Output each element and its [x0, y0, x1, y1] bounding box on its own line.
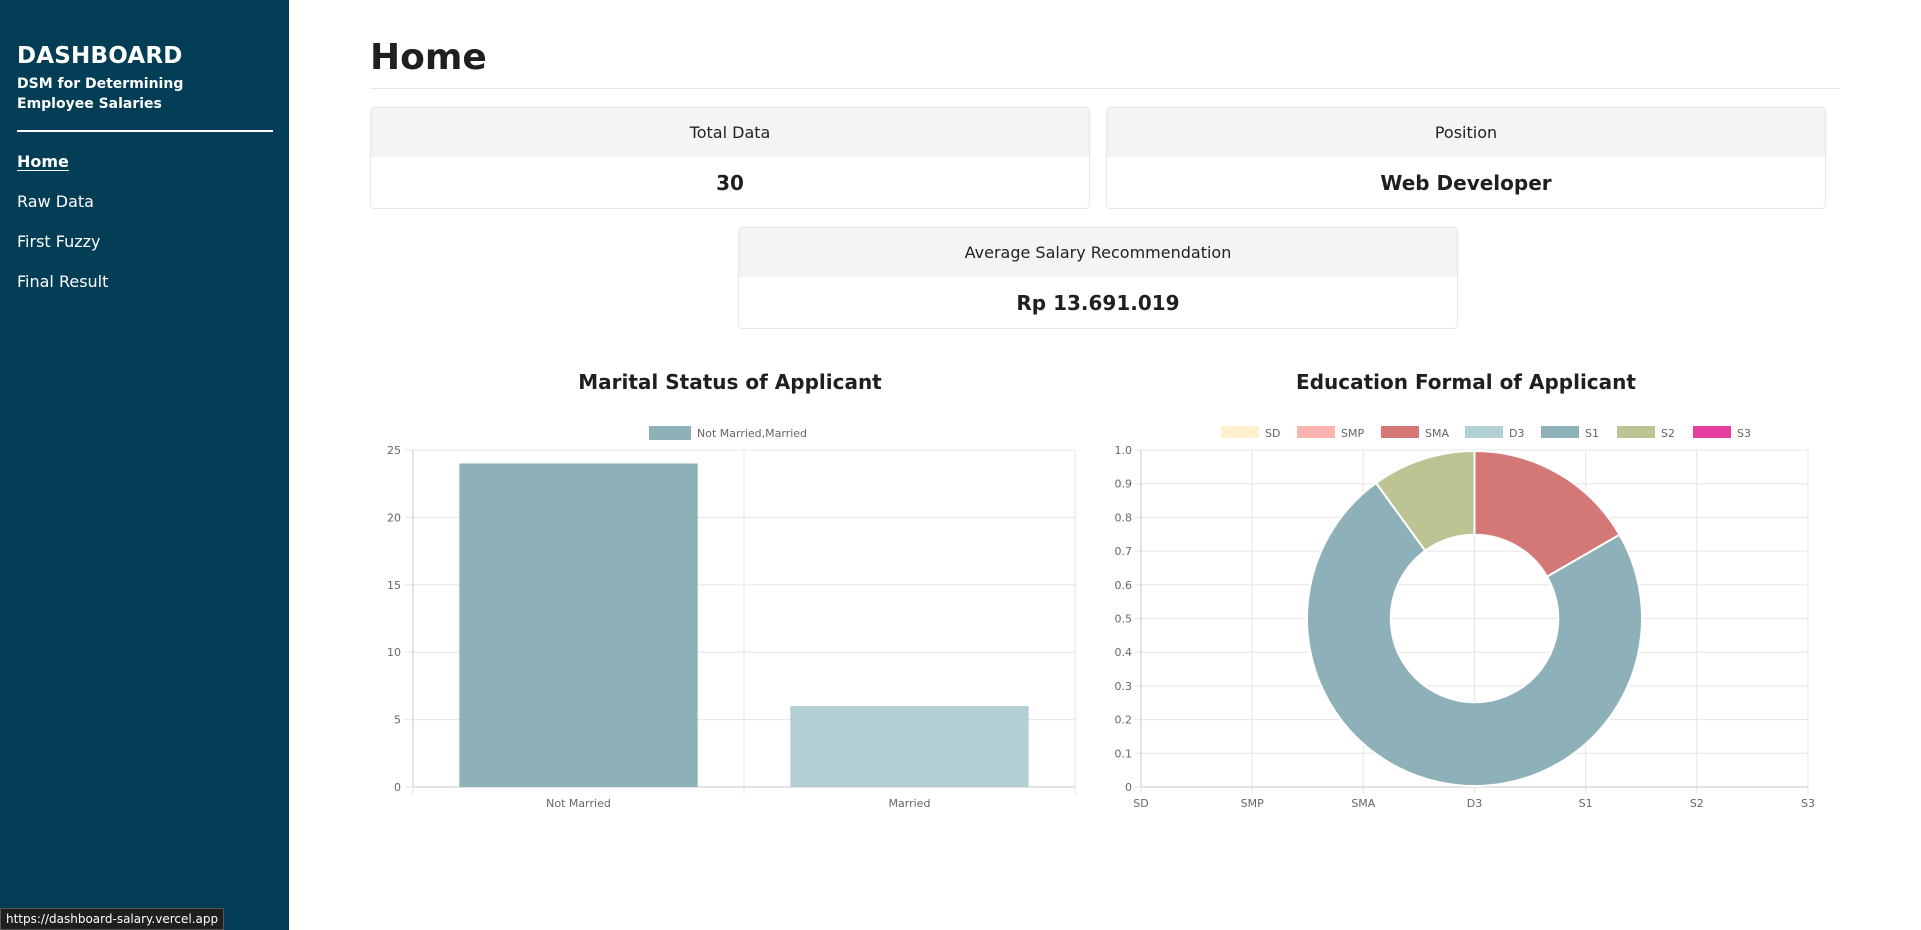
- marital-chart-title: Marital Status of Applicant: [578, 370, 882, 394]
- main-content: Home Total Data 30 Position Web Develope…: [289, 0, 1921, 930]
- legend-swatch: [649, 426, 691, 440]
- nav-item-first-fuzzy[interactable]: First Fuzzy: [17, 232, 272, 252]
- x-tick-label: Not Married: [546, 797, 611, 810]
- nav-item-home[interactable]: Home: [17, 152, 272, 172]
- title-divider: [370, 88, 1840, 89]
- nav-item-raw-data[interactable]: Raw Data: [17, 192, 272, 212]
- legend-swatch-sma: [1381, 426, 1419, 438]
- x-tick-label: D3: [1467, 797, 1482, 810]
- legend-swatch-s1: [1541, 426, 1579, 438]
- sidebar: DASHBOARD DSM for Determining Employee S…: [0, 0, 289, 930]
- card-total-data-header: Total Data: [371, 108, 1089, 157]
- card-position-value: Web Developer: [1380, 171, 1552, 195]
- x-tick-label: SD: [1133, 797, 1148, 810]
- y-tick-label: 0.8: [1115, 511, 1133, 524]
- education-chart: SD SMP SMA D3 S1 S2 S3 0 0.1 0.2 0.3 0.4 0.5 0.6 0.7 0.…: [1115, 426, 1815, 810]
- legend-swatch-smp: [1297, 426, 1335, 438]
- x-tick-label: SMA: [1351, 797, 1375, 810]
- y-tick-label: 0.6: [1115, 579, 1133, 592]
- legend-label: Not Married,Married: [697, 427, 807, 440]
- y-tick-label: 15: [387, 579, 401, 592]
- legend-label-s2: S2: [1661, 427, 1675, 440]
- x-tick-label: Married: [889, 797, 931, 810]
- y-tick-label: 5: [394, 714, 401, 727]
- y-tick-label: 0.4: [1115, 646, 1133, 659]
- card-average-salary-header: Average Salary Recommendation: [739, 228, 1457, 277]
- bar-married: [790, 706, 1029, 787]
- y-tick-label: 0.1: [1115, 747, 1133, 760]
- legend-label-sma: SMA: [1425, 427, 1449, 440]
- y-tick-label: 1.0: [1115, 444, 1133, 457]
- legend-label-d3: D3: [1509, 427, 1524, 440]
- card-average-salary: Average Salary Recommendation Rp 13.691.…: [738, 227, 1458, 329]
- legend-swatch-s2: [1617, 426, 1655, 438]
- brand-title: DASHBOARD: [17, 43, 183, 69]
- page-title: Home: [370, 37, 487, 78]
- nav-item-final-result[interactable]: Final Result: [17, 272, 272, 292]
- y-tick-label: 0.5: [1115, 613, 1133, 626]
- brand-subtitle: DSM for Determining Employee Salaries: [17, 76, 184, 112]
- y-tick-label: 0.2: [1115, 714, 1133, 727]
- x-tick-label: SMP: [1241, 797, 1264, 810]
- x-tick-label: S3: [1801, 797, 1815, 810]
- legend-swatch-d3: [1465, 426, 1503, 438]
- legend-label-sd: SD: [1265, 427, 1280, 440]
- marital-status-chart: Not Married,Married 0 5 10 15 20 25 Not Married…: [387, 426, 1076, 810]
- x-tick-label: S1: [1579, 797, 1593, 810]
- y-tick-label: 25: [387, 444, 401, 457]
- bar-not-married: [459, 463, 698, 787]
- brand-divider: [17, 130, 273, 132]
- card-total-data: Total Data 30: [370, 107, 1090, 209]
- legend-swatch-sd: [1221, 426, 1259, 438]
- y-tick-label: 0: [1125, 781, 1132, 794]
- education-chart-title: Education Formal of Applicant: [1296, 370, 1636, 394]
- y-tick-label: 10: [387, 646, 401, 659]
- x-tick-label: S2: [1690, 797, 1704, 810]
- y-tick-label: 0: [394, 781, 401, 794]
- card-total-data-value: 30: [716, 171, 744, 195]
- y-tick-label: 20: [387, 511, 401, 524]
- status-bar-url: https://dashboard-salary.vercel.app: [0, 908, 225, 930]
- y-tick-label: 0.9: [1115, 478, 1133, 491]
- y-tick-label: 0.7: [1115, 545, 1133, 558]
- legend-label-s3: S3: [1737, 427, 1751, 440]
- card-position-header: Position: [1107, 108, 1825, 157]
- card-position: Position Web Developer: [1106, 107, 1826, 209]
- card-average-salary-value: Rp 13.691.019: [1016, 291, 1180, 315]
- legend-label-smp: SMP: [1341, 427, 1364, 440]
- legend-label-s1: S1: [1585, 427, 1599, 440]
- sidebar-nav: Home Raw Data First Fuzzy Final Result: [17, 152, 272, 292]
- y-tick-label: 0.3: [1115, 680, 1133, 693]
- legend-swatch-s3: [1693, 426, 1731, 438]
